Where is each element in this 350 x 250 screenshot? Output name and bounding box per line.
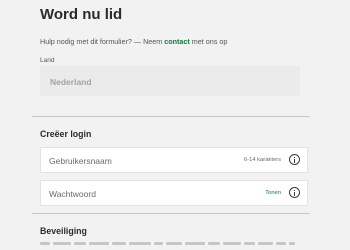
help-text: Hulp nodig met dit formulier? — Neem con… bbox=[40, 37, 227, 46]
security-section-title: Beveiliging bbox=[40, 226, 87, 236]
username-placeholder: Gebruikersnaam bbox=[49, 156, 112, 166]
contact-link[interactable]: contact bbox=[164, 37, 190, 46]
login-section-title: Creëer login bbox=[40, 129, 92, 139]
password-placeholder: Wachtwoord bbox=[49, 189, 96, 199]
username-hint: 6-14 karakters bbox=[243, 157, 281, 163]
password-field[interactable]: Wachtwoord Tonen bbox=[40, 180, 308, 206]
security-description-placeholder bbox=[40, 242, 306, 248]
country-field: Nederland bbox=[40, 66, 300, 96]
info-icon[interactable] bbox=[289, 187, 300, 198]
section-divider bbox=[32, 213, 310, 214]
page-title: Word nu lid bbox=[40, 6, 123, 23]
help-suffix: met ons op bbox=[189, 37, 228, 46]
country-label: Land bbox=[40, 57, 55, 64]
username-field[interactable]: Gebruikersnaam 6-14 karakters bbox=[40, 147, 308, 173]
info-icon[interactable] bbox=[289, 154, 300, 165]
section-divider bbox=[32, 116, 310, 117]
help-prefix: Hulp nodig met dit formulier? — Neem bbox=[40, 37, 165, 46]
show-password-toggle[interactable]: Tonen bbox=[265, 190, 281, 196]
country-value: Nederland bbox=[50, 77, 92, 87]
